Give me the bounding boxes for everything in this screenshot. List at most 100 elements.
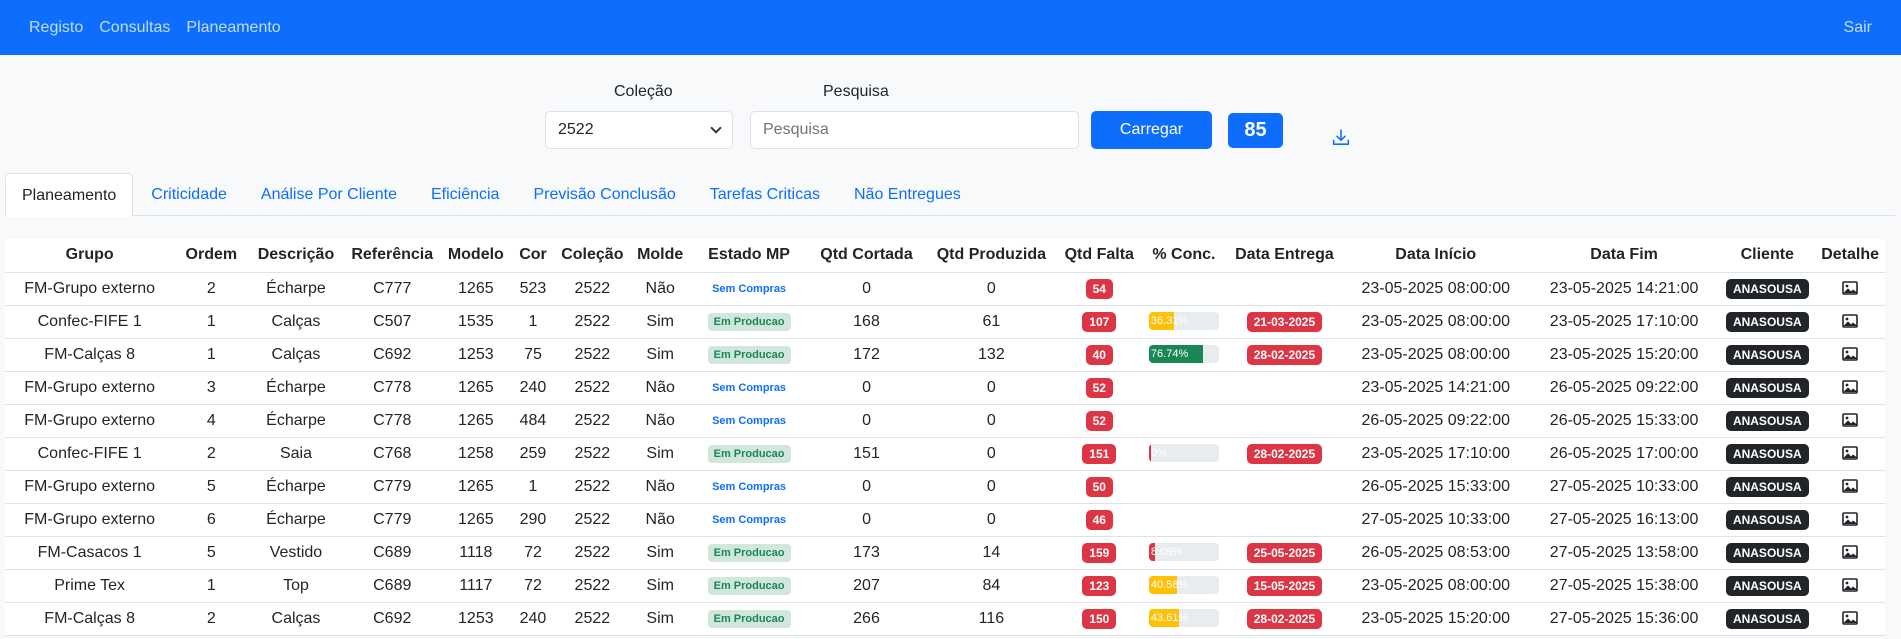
- table-row[interactable]: FM-Grupo externo 2 Écharpe C777 1265 523 2522 N…: [5, 272, 1885, 306]
- column-header[interactable]: % Conc.: [1141, 239, 1227, 273]
- image-icon[interactable]: [1842, 512, 1858, 527]
- estado-mp-badge: Sem Compras: [712, 514, 787, 526]
- column-header[interactable]: Ordem: [174, 239, 249, 273]
- cell-modelo: 1535: [440, 305, 511, 339]
- column-header[interactable]: Cor: [510, 239, 556, 273]
- image-icon[interactable]: [1842, 413, 1858, 428]
- cell-estado-mp: Em Producao: [690, 569, 808, 603]
- image-icon[interactable]: [1842, 446, 1858, 461]
- table-row[interactable]: FM-Casacos 1 5 Vestido C689 1118 72 2522 Sim Em …: [5, 536, 1885, 570]
- cell-cor: 75: [510, 338, 556, 372]
- qtd-falta-badge: 150: [1082, 608, 1117, 629]
- data-entrega-badge: 15-05-2025: [1246, 575, 1323, 596]
- nav-link-consultas[interactable]: Consultas: [99, 19, 170, 37]
- table-row[interactable]: FM-Grupo externo 5 Écharpe C779 1265 1 2522 Não…: [5, 470, 1885, 504]
- image-icon[interactable]: [1842, 314, 1858, 329]
- column-header[interactable]: Qtd Cortada: [807, 239, 926, 273]
- table-row[interactable]: FM-Grupo externo 6 Écharpe C779 1265 290 2522 N…: [5, 503, 1885, 537]
- image-icon[interactable]: [1842, 545, 1858, 560]
- cell-data-inicio: 26-05-2025 15:33:00: [1342, 470, 1529, 504]
- image-icon[interactable]: [1842, 281, 1858, 296]
- cliente-badge: ANASOUSA: [1725, 311, 1809, 332]
- cell-colecao: 2522: [555, 305, 630, 339]
- table-row[interactable]: FM-Calças 8 2 Calças C692 1253 240 2522 Sim Em P…: [5, 602, 1885, 636]
- table-row[interactable]: FM-Calças 8 1 Calças C692 1253 75 2522 Sim Em Pr…: [5, 338, 1885, 372]
- cell-cor: 484: [510, 404, 556, 438]
- download-icon[interactable]: [1332, 129, 1350, 147]
- cell-molde: Não: [629, 404, 691, 438]
- cell-modelo: 1265: [440, 470, 511, 504]
- cell-referencia: C779: [343, 503, 441, 537]
- image-icon[interactable]: [1842, 611, 1858, 626]
- nav-link-planeamento[interactable]: Planeamento: [186, 19, 280, 37]
- conc-progress: 43.61%: [1148, 609, 1219, 628]
- qtd-falta-badge: 123: [1082, 575, 1117, 596]
- qtd-falta-badge: 50: [1085, 476, 1113, 497]
- table-row[interactable]: FM-Grupo externo 3 Écharpe C778 1265 240 2522 N…: [5, 371, 1885, 405]
- table-row[interactable]: Confec-FIFE 1 2 Saia C768 1258 259 2522 Sim Em P…: [5, 437, 1885, 471]
- cell-colecao: 2522: [555, 437, 630, 471]
- column-header[interactable]: Detalhe: [1815, 239, 1885, 273]
- column-header[interactable]: Data Entrega: [1226, 239, 1343, 273]
- tab-nao-entregues[interactable]: Não Entregues: [838, 173, 977, 216]
- cell-cliente: ANASOUSA: [1719, 305, 1816, 339]
- column-header[interactable]: Qtd Falta: [1056, 239, 1142, 273]
- cell-colecao: 2522: [555, 338, 630, 372]
- cell-cortada: 207: [807, 569, 926, 603]
- tab-criticidade[interactable]: Criticidade: [135, 173, 243, 216]
- column-header[interactable]: Descrição: [248, 239, 344, 273]
- table-header-row: Grupo Ordem Descrição Referência Modelo Cor Co…: [5, 239, 1885, 273]
- image-icon[interactable]: [1842, 380, 1858, 395]
- cell-descricao: Calças: [248, 338, 344, 372]
- cell-detalhe: [1815, 272, 1885, 306]
- cell-modelo: 1118: [440, 536, 511, 570]
- column-header[interactable]: Coleção: [555, 239, 630, 273]
- cell-cliente: ANASOUSA: [1719, 602, 1816, 636]
- image-icon[interactable]: [1842, 347, 1858, 362]
- column-header[interactable]: Data Início: [1342, 239, 1529, 273]
- cell-produzida: 0: [925, 437, 1057, 471]
- image-icon[interactable]: [1842, 578, 1858, 593]
- column-header[interactable]: Grupo: [5, 239, 175, 273]
- column-header[interactable]: Referência: [343, 239, 441, 273]
- cell-produzida: 0: [925, 404, 1057, 438]
- table-row[interactable]: Prime Tex 1 Top C689 1117 72 2522 Sim Em Produca…: [5, 569, 1885, 603]
- estado-mp-badge: Em Producao: [707, 313, 791, 331]
- cell-produzida: 0: [925, 371, 1057, 405]
- colecao-select[interactable]: 2522: [545, 111, 733, 149]
- cell-grupo: FM-Grupo externo: [5, 272, 175, 306]
- cell-data-fim: 26-05-2025 15:33:00: [1528, 404, 1720, 438]
- cliente-badge: ANASOUSA: [1725, 410, 1809, 431]
- column-header[interactable]: Modelo: [440, 239, 511, 273]
- tab-analise-por-cliente[interactable]: Análise Por Cliente: [245, 173, 413, 216]
- tab-previsao-conclusao[interactable]: Previsão Conclusão: [517, 173, 691, 216]
- column-header[interactable]: Cliente: [1719, 239, 1816, 273]
- cell-estado-mp: Em Producao: [690, 437, 808, 471]
- table-row[interactable]: Confec-FIFE 1 1 Calças C507 1535 1 2522 Sim Em P…: [5, 305, 1885, 339]
- estado-mp-badge: Sem Compras: [712, 481, 787, 493]
- tab-eficiencia[interactable]: Eficiência: [415, 173, 515, 216]
- column-header[interactable]: Molde: [629, 239, 691, 273]
- cell-descricao: Vestido: [248, 536, 344, 570]
- cell-data-fim: 27-05-2025 15:36:00: [1528, 602, 1720, 636]
- estado-mp-badge: Em Producao: [707, 346, 791, 364]
- column-header[interactable]: Estado MP: [690, 239, 808, 273]
- logout-link[interactable]: Sair: [1844, 19, 1872, 37]
- cell-cortada: 0: [807, 272, 926, 306]
- cell-detalhe: [1815, 305, 1885, 339]
- cell-estado-mp: Sem Compras: [690, 503, 808, 537]
- column-header[interactable]: Qtd Produzida: [925, 239, 1057, 273]
- data-entrega-badge: 21-03-2025: [1246, 311, 1323, 332]
- cell-conc: [1141, 404, 1227, 438]
- qtd-falta-badge: 107: [1082, 311, 1117, 332]
- image-icon[interactable]: [1842, 479, 1858, 494]
- tab-tarefas-criticas[interactable]: Tarefas Criticas: [694, 173, 836, 216]
- load-button[interactable]: Carregar: [1091, 111, 1212, 149]
- column-header[interactable]: Data Fim: [1528, 239, 1720, 273]
- nav-link-registo[interactable]: Registo: [29, 19, 83, 37]
- cell-grupo: FM-Casacos 1: [5, 536, 175, 570]
- search-input[interactable]: [750, 111, 1079, 149]
- tab-planeamento[interactable]: Planeamento: [5, 173, 134, 217]
- cell-molde: Não: [629, 470, 691, 504]
- table-row[interactable]: FM-Grupo externo 4 Écharpe C778 1265 484 2522 N…: [5, 404, 1885, 438]
